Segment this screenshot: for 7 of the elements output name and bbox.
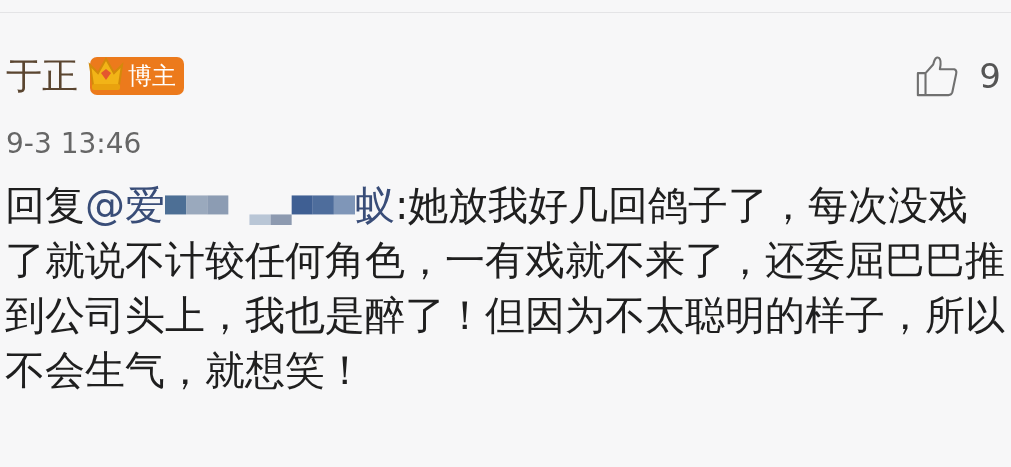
author-name[interactable]: 于正 — [6, 51, 78, 101]
comment-time: 9-3 13:46 — [5, 126, 143, 160]
mention-link[interactable]: @爱 蚁 — [85, 182, 395, 228]
comment-text: 回复@爱 蚁:她放我好几回鸽子了，每次没戏了就说不计较任何角色，一有戏就不来了，还委屈巴巴推到公司头上，我也是醉了！但因为不太聪明的样子，所以不会生气，就想笑！ — [5, 181, 1006, 395]
thumbs-up-icon[interactable] — [915, 54, 960, 98]
like-count: 9 — [979, 56, 1001, 96]
blogger-badge: 博主 — [90, 57, 184, 95]
